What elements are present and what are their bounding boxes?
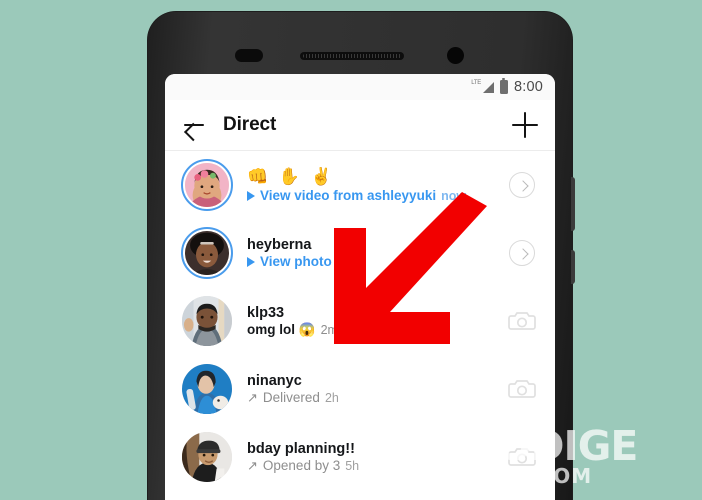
play-triangle-icon	[247, 190, 255, 201]
camera-icon[interactable]	[507, 442, 537, 472]
thread-timestamp: now	[441, 188, 467, 203]
thread-text: klp33 omg lol 😱 2m	[247, 305, 505, 338]
thread-timestamp: 2h	[324, 390, 339, 405]
earpiece-speaker-icon	[300, 52, 404, 60]
play-triangle-icon	[247, 256, 255, 267]
thread-title: heyberna	[247, 237, 312, 253]
avatar[interactable]	[181, 227, 233, 279]
thread-row[interactable]: klp33 omg lol 😱 2m	[165, 287, 555, 355]
avatar[interactable]	[181, 363, 233, 415]
thread-preview-row: omg lol 😱 2m	[247, 322, 505, 338]
camera-icon[interactable]	[507, 374, 537, 404]
thread-timestamp: 2h	[336, 254, 352, 269]
status-bar: LTE 8:00	[165, 74, 555, 100]
thread-preview-row: View video from ashleyyuki now	[247, 188, 505, 203]
power-button[interactable]	[571, 177, 575, 231]
thread-row[interactable]: heyberna View photo 2h	[165, 219, 555, 287]
thread-title: klp33	[247, 304, 285, 321]
thread-row[interactable]: bday planning!! ↗ Opened by 3 5h	[165, 423, 555, 491]
phone-screen: LTE 8:00 Direct 👊 ✋ ✌ View video from as…	[165, 74, 555, 500]
camera-icon[interactable]	[507, 306, 537, 336]
thread-row[interactable]: ninanyc ↗ Delivered 2h	[165, 355, 555, 423]
thread-timestamp: 5h	[345, 458, 360, 473]
thread-text: bday planning!! ↗ Opened by 3 5h	[247, 441, 505, 473]
page-title: Direct	[223, 114, 277, 135]
chevron-right-circle-icon[interactable]	[505, 168, 539, 202]
network-label: LTE	[471, 80, 481, 86]
thread-preview-text: omg lol 😱	[247, 321, 316, 337]
thread-timestamp: 2m	[320, 322, 338, 337]
thread-row[interactable]: 👊 ✋ ✌ View video from ashleyyuki now	[165, 151, 555, 219]
plus-icon[interactable]	[512, 112, 538, 138]
thread-text: heyberna View photo 2h	[247, 237, 505, 269]
thread-preview-text: Opened by 3	[262, 458, 341, 473]
avatar[interactable]	[181, 295, 233, 347]
avatar[interactable]	[181, 431, 233, 483]
thread-title: 👊 ✋ ✌	[247, 167, 335, 186]
phone-device: LTE 8:00 Direct 👊 ✋ ✌ View video from as…	[148, 12, 575, 500]
avatar[interactable]	[181, 159, 233, 211]
arrow-up-right-icon: ↗	[247, 458, 258, 473]
thread-title: ninanyc	[247, 373, 302, 389]
arrow-up-right-icon: ↗	[247, 390, 258, 405]
volume-button[interactable]	[571, 250, 575, 284]
app-bar: Direct	[165, 100, 555, 151]
chevron-right-circle-icon[interactable]	[505, 236, 539, 270]
back-arrow-icon[interactable]	[182, 113, 206, 137]
thread-preview-text: View video from ashleyyuki	[260, 188, 437, 203]
thread-preview-text: Delivered	[262, 390, 320, 405]
proximity-sensor-icon	[235, 49, 263, 62]
front-camera-icon	[447, 47, 464, 64]
thread-preview-row: ↗ Opened by 3 5h	[247, 458, 505, 473]
thread-title: bday planning!!	[247, 441, 355, 457]
signal-bars-icon	[482, 81, 494, 93]
thread-text: ninanyc ↗ Delivered 2h	[247, 373, 505, 405]
thread-text: 👊 ✋ ✌ View video from ashleyyuki now	[247, 167, 505, 203]
thread-preview-row: View photo 2h	[247, 254, 505, 269]
status-bar-clock: 8:00	[513, 79, 543, 95]
battery-icon	[499, 77, 508, 94]
thread-preview-text: View photo	[260, 254, 332, 269]
direct-thread-list: 👊 ✋ ✌ View video from ashleyyuki now hey…	[165, 151, 555, 491]
thread-preview-row: ↗ Delivered 2h	[247, 390, 505, 405]
